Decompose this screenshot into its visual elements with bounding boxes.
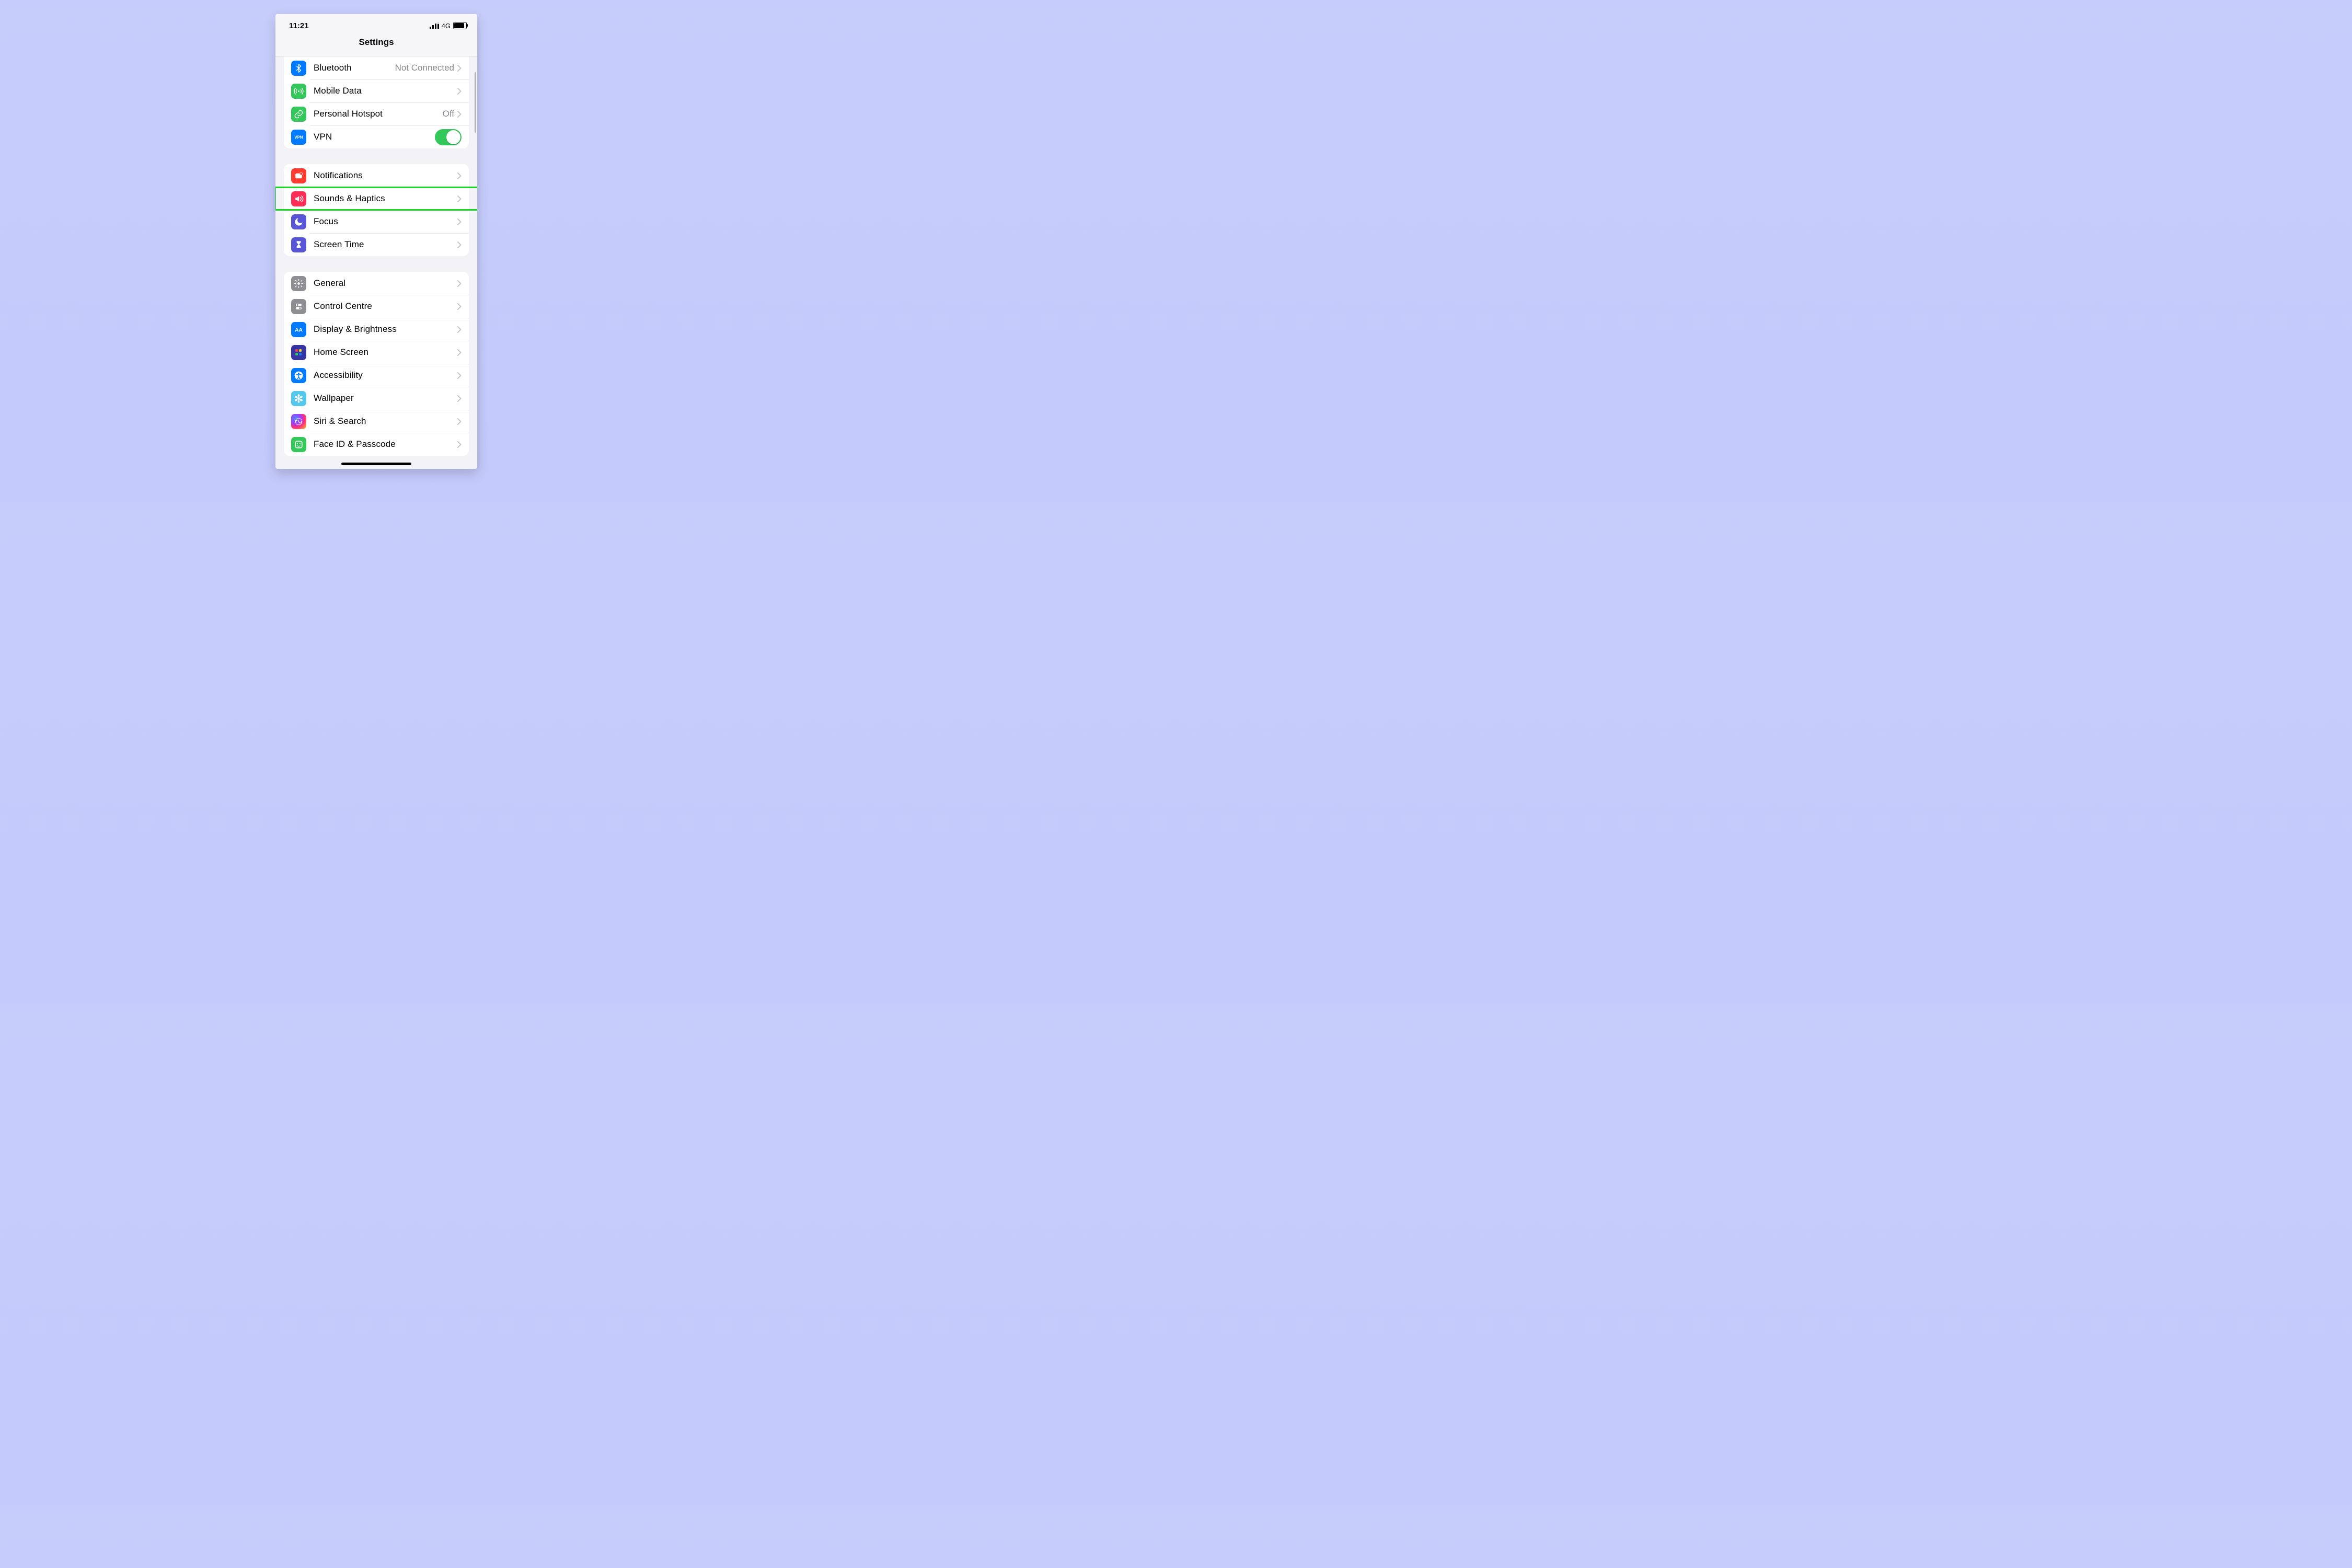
phone-frame: 11:21 ! 4G Settings BluetoothNot Connect… xyxy=(275,14,477,469)
row-label: Control Centre xyxy=(314,301,457,312)
moon-icon xyxy=(291,214,306,229)
row-label: Mobile Data xyxy=(314,86,457,96)
aa-icon: AA xyxy=(291,322,306,337)
chevron-right-icon xyxy=(457,218,462,225)
row-label: Accessibility xyxy=(314,370,457,381)
row-label: Bluetooth xyxy=(314,63,395,73)
chevron-right-icon xyxy=(457,172,462,179)
bell-icon xyxy=(291,168,306,183)
settings-row-sounds-haptics[interactable]: Sounds & Haptics xyxy=(284,187,469,210)
row-label: Notifications xyxy=(314,170,457,181)
settings-group-connectivity: BluetoothNot Connected Mobile Data Persona… xyxy=(284,56,469,148)
settings-row-focus[interactable]: Focus xyxy=(284,210,469,233)
settings-group-attention: Notifications Sounds & Haptics Focus Screen… xyxy=(284,164,469,256)
vpn-icon: VPN xyxy=(291,130,306,145)
settings-row-bluetooth[interactable]: BluetoothNot Connected xyxy=(284,56,469,79)
chevron-right-icon xyxy=(457,326,462,333)
toggle-vpn[interactable] xyxy=(435,129,462,145)
speaker-icon xyxy=(291,191,306,206)
settings-group-general: General Control Centre AA Display & Brightn… xyxy=(284,272,469,456)
chevron-right-icon xyxy=(457,280,462,287)
row-value: Off xyxy=(443,109,454,119)
gear-icon xyxy=(291,276,306,291)
settings-row-screen-time[interactable]: Screen Time xyxy=(284,233,469,256)
row-label: Display & Brightness xyxy=(314,324,457,335)
home-indicator[interactable] xyxy=(341,463,411,465)
settings-row-general[interactable]: General xyxy=(284,272,469,295)
row-value: Not Connected xyxy=(395,63,454,73)
settings-row-vpn[interactable]: VPN VPN xyxy=(284,125,469,148)
settings-row-mobile-data[interactable]: Mobile Data xyxy=(284,79,469,102)
chevron-right-icon xyxy=(457,395,462,402)
face-icon xyxy=(291,437,306,452)
status-bar: 11:21 ! 4G xyxy=(275,14,477,37)
network-label: 4G xyxy=(442,22,451,30)
settings-row-wallpaper[interactable]: Wallpaper xyxy=(284,387,469,410)
settings-scroll[interactable]: BluetoothNot Connected Mobile Data Persona… xyxy=(275,56,477,469)
svg-text:VPN: VPN xyxy=(294,135,303,140)
chevron-right-icon xyxy=(457,441,462,448)
svg-text:AA: AA xyxy=(295,327,303,333)
grid-icon xyxy=(291,345,306,360)
row-label: Focus xyxy=(314,216,457,227)
battery-icon xyxy=(453,22,467,29)
row-label: Home Screen xyxy=(314,347,457,358)
chevron-right-icon xyxy=(457,372,462,379)
row-label: Sounds & Haptics xyxy=(314,193,457,204)
siri-icon xyxy=(291,414,306,429)
page-title: Settings xyxy=(275,37,477,56)
settings-row-accessibility[interactable]: Accessibility xyxy=(284,364,469,387)
chevron-right-icon xyxy=(457,303,462,310)
bluetooth-icon xyxy=(291,61,306,76)
chevron-right-icon xyxy=(457,418,462,425)
row-label: VPN xyxy=(314,132,435,142)
scrollbar[interactable] xyxy=(475,72,476,133)
chevron-right-icon xyxy=(457,349,462,356)
row-label: General xyxy=(314,278,457,289)
row-label: Siri & Search xyxy=(314,416,457,426)
row-label: Face ID & Passcode xyxy=(314,439,457,449)
settings-row-control-centre[interactable]: Control Centre xyxy=(284,295,469,318)
chevron-right-icon xyxy=(457,111,462,118)
signal-icon: ! xyxy=(430,22,439,29)
settings-row-personal-hotspot[interactable]: Personal HotspotOff xyxy=(284,102,469,125)
row-label: Screen Time xyxy=(314,239,457,250)
settings-row-face-id-passcode[interactable]: Face ID & Passcode xyxy=(284,433,469,456)
status-time: 11:21 xyxy=(289,21,309,30)
settings-row-display-brightness[interactable]: AA Display & Brightness xyxy=(284,318,469,341)
settings-row-siri-search[interactable]: Siri & Search xyxy=(284,410,469,433)
chevron-right-icon xyxy=(457,88,462,95)
sliders-icon xyxy=(291,299,306,314)
flower-icon xyxy=(291,391,306,406)
settings-row-notifications[interactable]: Notifications xyxy=(284,164,469,187)
hourglass-icon xyxy=(291,237,306,252)
settings-row-home-screen[interactable]: Home Screen xyxy=(284,341,469,364)
row-label: Wallpaper xyxy=(314,393,457,403)
antenna-icon xyxy=(291,84,306,99)
row-label: Personal Hotspot xyxy=(314,109,443,119)
chevron-right-icon xyxy=(457,65,462,72)
chevron-right-icon xyxy=(457,241,462,248)
link-icon xyxy=(291,107,306,122)
chevron-right-icon xyxy=(457,195,462,202)
accessibility-icon xyxy=(291,368,306,383)
